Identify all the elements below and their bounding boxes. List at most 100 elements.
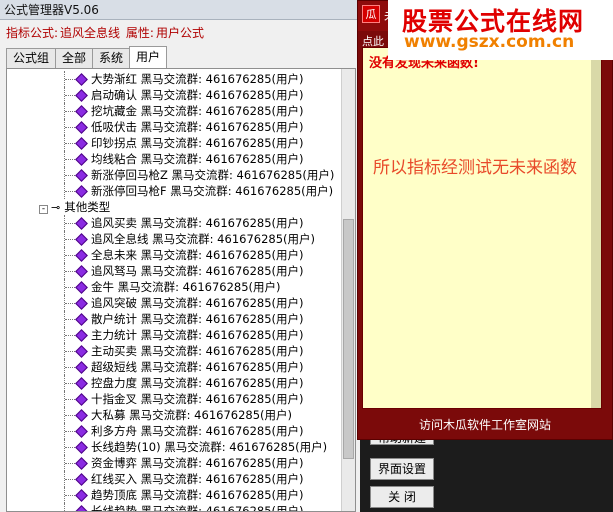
tree-item-label: 资金博弈 黑马交流群: 461676285(用户) (91, 456, 304, 470)
note-scrollbar[interactable] (591, 48, 601, 408)
diamond-icon (75, 169, 88, 182)
tree-item[interactable]: 金牛 黑马交流群: 461676285(用户) (7, 279, 343, 295)
tree-item[interactable]: 大势渐红 黑马交流群: 461676285(用户) (7, 71, 343, 87)
diamond-icon (75, 153, 88, 166)
tree-item[interactable]: 追风突破 黑马交流群: 461676285(用户) (7, 295, 343, 311)
tree-item[interactable]: 长线趋势(10) 黑马交流群: 461676285(用户) (7, 439, 343, 455)
visit-website-link[interactable]: 访问木瓜软件工作室网站 (358, 411, 612, 439)
tree-item-label: 控盘力度 黑马交流群: 461676285(用户) (91, 376, 304, 390)
tree-item[interactable]: 追风全息线 黑马交流群: 461676285(用户) (7, 231, 343, 247)
tree-item[interactable]: 控盘力度 黑马交流群: 461676285(用户) (7, 375, 343, 391)
tree-item-label: 利多方舟 黑马交流群: 461676285(用户) (91, 424, 304, 438)
tab-user[interactable]: 用户 (129, 46, 168, 68)
collapse-icon[interactable]: - (39, 205, 48, 214)
watermark-url: www.gszx.com.cn (404, 32, 575, 52)
tree-scrollbar[interactable] (341, 69, 355, 511)
diamond-icon (75, 361, 88, 374)
tree-rows: 大势渐红 黑马交流群: 461676285(用户) 启动确认 黑马交流群: 461… (7, 71, 343, 512)
tree-item[interactable]: 均线粘合 黑马交流群: 461676285(用户) (7, 151, 343, 167)
tree-item-label: 大私募 黑马交流群: 461676285(用户) (91, 408, 293, 422)
tree-item-label: 全息未来 黑马交流群: 461676285(用户) (91, 248, 304, 262)
tree-item-label: 挖坑藏金 黑马交流群: 461676285(用户) (91, 104, 304, 118)
tree-item-label: 红线买入 黑马交流群: 461676285(用户) (91, 472, 304, 486)
tree-item-label: 长线趋势(10) 黑马交流群: 461676285(用户) (91, 440, 328, 454)
tree-item-label: 大势渐红 黑马交流群: 461676285(用户) (91, 72, 304, 86)
indicator-info: 指标公式: 追风全息线 属性: 用户公式 (0, 20, 360, 46)
tree-item[interactable]: 追风驽马 黑马交流群: 461676285(用户) (7, 263, 343, 279)
tree-item[interactable]: 资金博弈 黑马交流群: 461676285(用户) (7, 455, 343, 471)
tree-item[interactable]: 印钞拐点 黑马交流群: 461676285(用户) (7, 135, 343, 151)
tab-all[interactable]: 全部 (55, 48, 94, 68)
diamond-icon (75, 313, 88, 326)
tree-item-label: 追风驽马 黑马交流群: 461676285(用户) (91, 264, 304, 278)
tree-group-label: 其他类型 (64, 200, 111, 214)
tree-item[interactable]: 红线买入 黑马交流群: 461676285(用户) (7, 471, 343, 487)
tree-item-label: 超级短线 黑马交流群: 461676285(用户) (91, 360, 304, 374)
tree-item[interactable]: 全息未来 黑马交流群: 461676285(用户) (7, 247, 343, 263)
tree-item-label: 均线粘合 黑马交流群: 461676285(用户) (91, 152, 304, 166)
diamond-icon (75, 329, 88, 342)
tree-item[interactable]: 趋势顶底 黑马交流群: 461676285(用户) (7, 487, 343, 503)
diamond-icon (75, 425, 88, 438)
diamond-icon (75, 105, 88, 118)
diamond-icon (75, 393, 88, 406)
tree-item-label: 长线趋势 黑马交流群: 461676285(用户) (91, 504, 304, 512)
diamond-icon (75, 249, 88, 262)
window-title: 公式管理器V5.06 (0, 0, 360, 20)
tree-item[interactable]: 主力统计 黑马交流群: 461676285(用户) (7, 327, 343, 343)
tree-item[interactable]: 启动确认 黑马交流群: 461676285(用户) (7, 87, 343, 103)
indicator-label: 指标公式: (6, 26, 59, 40)
ui-settings-button[interactable]: 界面设置 (370, 458, 434, 480)
tree-item-label: 启动确认 黑马交流群: 461676285(用户) (91, 88, 304, 102)
tree-item[interactable]: 散户统计 黑马交流群: 461676285(用户) (7, 311, 343, 327)
diamond-icon (75, 441, 88, 454)
key-icon: ⊸ (51, 201, 61, 214)
tree-item[interactable]: 追风买卖 黑马交流群: 461676285(用户) (7, 215, 343, 231)
tree-item-label: 新涨停回马枪Z 黑马交流群: 461676285(用户) (91, 168, 335, 182)
tree-item[interactable]: 十指金叉 黑马交流群: 461676285(用户) (7, 391, 343, 407)
diamond-icon (75, 89, 88, 102)
result-message: 所以指标经测试无未来函数 (373, 158, 577, 178)
close-button[interactable]: 关 闭 (370, 486, 434, 508)
tree-item-label: 追风全息线 黑马交流群: 461676285(用户) (91, 232, 316, 246)
tree-item[interactable]: 长线趋势 黑马交流群: 461676285(用户) (7, 503, 343, 512)
tree-item[interactable]: 新涨停回马枪Z 黑马交流群: 461676285(用户) (7, 167, 343, 183)
tree-group-other[interactable]: - ⊸ 其他类型 (7, 199, 343, 215)
tree-item-label: 金牛 黑马交流群: 461676285(用户) (91, 280, 281, 294)
tab-bar: 公式组 全部 系统 用户 (6, 46, 168, 68)
tree-item-label: 追风突破 黑马交流群: 461676285(用户) (91, 296, 304, 310)
tree-item-label: 追风买卖 黑马交流群: 461676285(用户) (91, 216, 304, 230)
attribute-label: 属性: (125, 26, 154, 40)
tree-item-label: 印钞拐点 黑马交流群: 461676285(用户) (91, 136, 304, 150)
indicator-name: 追风全息线 (60, 26, 121, 40)
attribute-value: 用户公式 (155, 26, 204, 40)
popup-note-area: 没有发现未来函数! 所以指标经测试无未来函数 (362, 47, 602, 409)
tree-item-label: 主动买卖 黑马交流群: 461676285(用户) (91, 344, 304, 358)
tree-item[interactable]: 大私募 黑马交流群: 461676285(用户) (7, 407, 343, 423)
diamond-icon (75, 297, 88, 310)
tree-item-label: 低吸伏击 黑马交流群: 461676285(用户) (91, 120, 304, 134)
diamond-icon (75, 377, 88, 390)
diamond-icon (75, 233, 88, 246)
tree-item[interactable]: 超级短线 黑马交流群: 461676285(用户) (7, 359, 343, 375)
tree-item[interactable]: 低吸伏击 黑马交流群: 461676285(用户) (7, 119, 343, 135)
future-function-check-popup: 瓜 未 点此 没有发现未来函数! 所以指标经测试无未来函数 访问木瓜软件工作室网… (357, 0, 613, 440)
formula-manager-window: 公式管理器V5.06 指标公式: 追风全息线 属性: 用户公式 公式组 全部 系统 … (0, 0, 360, 512)
diamond-icon (75, 73, 88, 86)
formula-tree: 大势渐红 黑马交流群: 461676285(用户) 启动确认 黑马交流群: 461… (6, 68, 356, 512)
diamond-icon (75, 217, 88, 230)
tree-item-label: 主力统计 黑马交流群: 461676285(用户) (91, 328, 304, 342)
diamond-icon (75, 345, 88, 358)
scrollbar-thumb[interactable] (343, 219, 354, 459)
tree-item[interactable]: 利多方舟 黑马交流群: 461676285(用户) (7, 423, 343, 439)
tree-item[interactable]: 挖坑藏金 黑马交流群: 461676285(用户) (7, 103, 343, 119)
diamond-icon (75, 137, 88, 150)
tab-system[interactable]: 系统 (92, 48, 131, 68)
diamond-icon (75, 505, 88, 511)
tab-formula-group[interactable]: 公式组 (6, 48, 57, 68)
tree-item-label: 十指金叉 黑马交流群: 461676285(用户) (91, 392, 304, 406)
tree-item[interactable]: 新涨停回马枪F 黑马交流群: 461676285(用户) (7, 183, 343, 199)
tree-item[interactable]: 主动买卖 黑马交流群: 461676285(用户) (7, 343, 343, 359)
site-watermark: 股票公式在线网 www.gszx.com.cn (388, 0, 613, 60)
diamond-icon (75, 409, 88, 422)
